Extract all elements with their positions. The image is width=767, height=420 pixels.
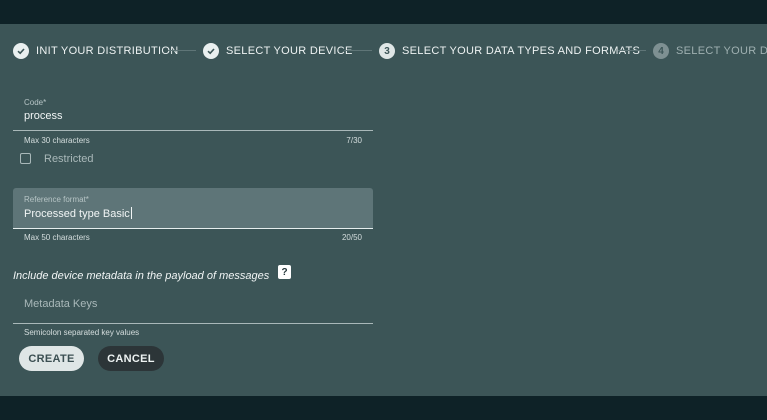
reference-format-underline [13,228,373,229]
step-select-distribution[interactable]: 4 SELECT YOUR DIS [653,40,767,62]
step-connector [168,50,196,51]
reference-format-counter: 20/50 [341,233,362,242]
code-counter: 7/30 [346,136,362,145]
text-caret [130,207,132,219]
step-label: SELECT YOUR DATA TYPES AND FORMATS [402,45,641,57]
metadata-underline [13,323,373,324]
step-label: SELECT YOUR DEVICE [226,45,353,57]
code-input[interactable]: process [24,110,63,122]
check-icon [203,43,219,59]
step-label: SELECT YOUR DIS [676,45,767,57]
reference-format-value: Processed type Basic [24,208,130,220]
step-number-badge: 3 [379,43,395,59]
reference-format-label: Reference format* [24,195,89,204]
cancel-button[interactable]: CANCEL [98,346,164,371]
metadata-hint: Semicolon separated key values [24,328,140,337]
step-select-device[interactable]: SELECT YOUR DEVICE [203,40,353,62]
step-connector [344,50,372,51]
reference-format-hint: Max 50 characters [24,233,90,242]
reference-format-input[interactable]: Processed type Basic [24,207,132,220]
code-label: Code* [24,98,47,107]
step-label: INIT YOUR DISTRIBUTION [36,45,179,57]
code-underline [13,130,373,131]
bottom-bar [0,396,767,420]
help-icon[interactable]: ? [278,265,291,279]
code-hint: Max 30 characters [24,136,90,145]
check-icon [13,43,29,59]
metadata-title: Include device metadata in the payload o… [13,270,270,282]
step-select-data-types[interactable]: 3 SELECT YOUR DATA TYPES AND FORMATS [379,40,640,62]
create-button[interactable]: CREATE [19,346,84,371]
step-connector [618,50,646,51]
metadata-keys-input[interactable]: Metadata Keys [24,298,97,310]
step-number-badge: 4 [653,43,669,59]
restricted-checkbox[interactable] [20,153,31,164]
top-bar [0,0,767,24]
restricted-label: Restricted [44,153,94,165]
step-init-distribution[interactable]: INIT YOUR DISTRIBUTION [13,40,178,62]
